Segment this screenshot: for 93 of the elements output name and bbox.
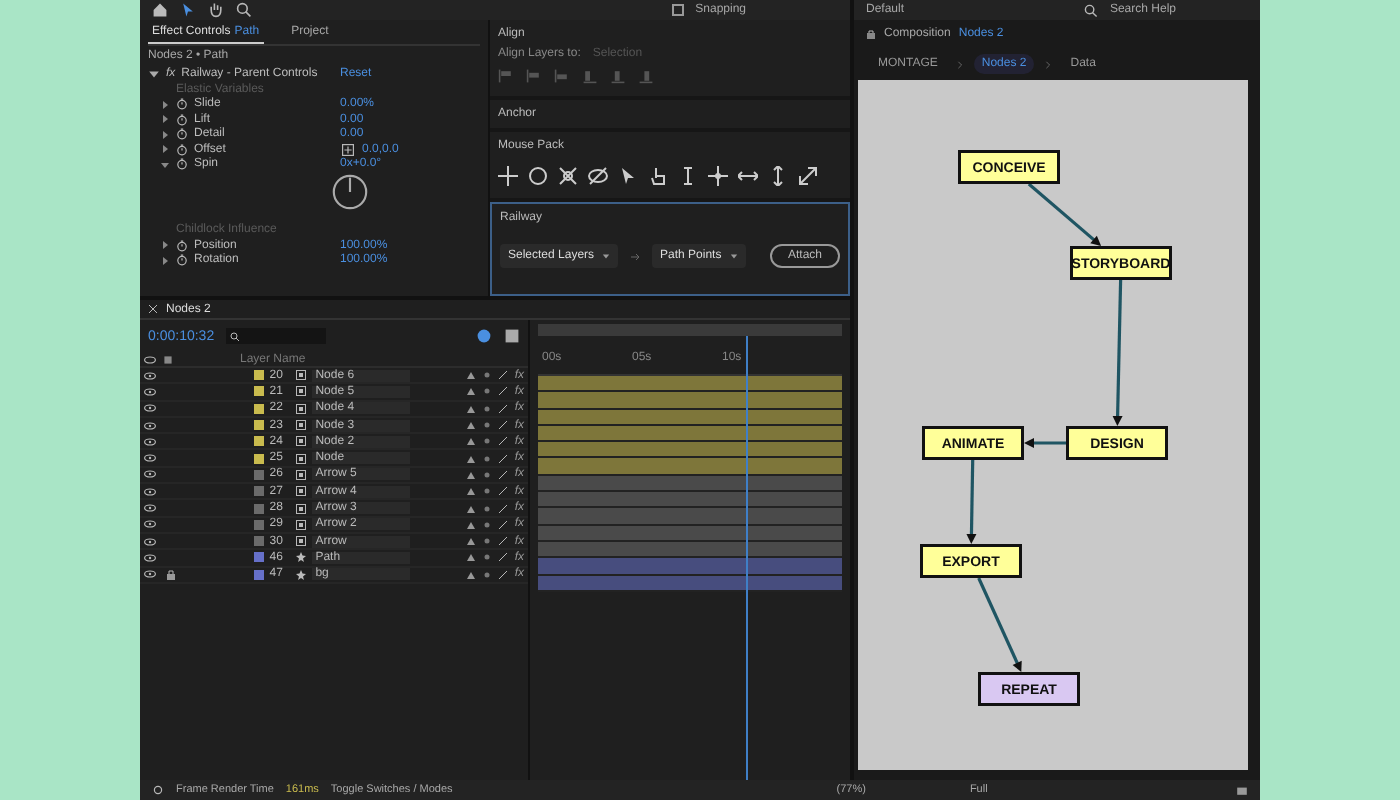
eye-icon[interactable] [144, 568, 156, 581]
composition-icon [295, 370, 306, 381]
horizontal-arrows-icon[interactable] [738, 166, 758, 186]
hidden-eye-icon[interactable] [588, 166, 608, 186]
star-icon [295, 552, 306, 563]
diagonal-arrows-icon[interactable] [798, 166, 818, 186]
composition-icon [295, 453, 306, 464]
hand-icon[interactable] [208, 2, 224, 18]
label-swatch[interactable] [253, 420, 264, 431]
label-swatch[interactable] [253, 403, 264, 414]
twirl-icon[interactable] [160, 159, 170, 170]
layer-bar[interactable] [538, 458, 842, 476]
twirl-icon[interactable] [160, 144, 170, 155]
vertical-arrows-icon[interactable] [768, 166, 788, 186]
composition-icon [295, 486, 306, 497]
eye-icon[interactable] [144, 419, 156, 432]
eye-icon[interactable] [144, 502, 156, 515]
eye-icon[interactable] [144, 535, 156, 548]
circle-icon[interactable] [528, 166, 548, 186]
label-swatch[interactable] [253, 469, 264, 480]
caret-icon [729, 252, 738, 260]
eye-icon[interactable] [144, 435, 156, 448]
eye-icon[interactable] [144, 485, 156, 498]
composition-icon [295, 403, 306, 414]
search-field[interactable] [226, 328, 327, 344]
twirl-icon[interactable] [148, 67, 160, 80]
twirl-icon[interactable] [160, 114, 170, 125]
layer-bar[interactable] [538, 376, 842, 393]
stopwatch-icon[interactable] [176, 158, 188, 171]
label-swatch[interactable] [253, 453, 264, 464]
search-icon[interactable] [236, 2, 252, 18]
arrow-icon [630, 251, 641, 261]
search-icon [230, 331, 241, 341]
label-swatch[interactable] [253, 536, 264, 547]
stopwatch-icon[interactable] [176, 113, 188, 126]
eye-icon[interactable] [144, 468, 156, 481]
camera-icon[interactable] [1236, 784, 1248, 796]
text-cursor-icon[interactable] [678, 166, 698, 186]
composition-icon [295, 519, 306, 530]
label-swatch[interactable] [253, 519, 264, 530]
chevron-icon [1044, 59, 1053, 69]
search-icon [1083, 3, 1098, 17]
stopwatch-icon[interactable] [176, 254, 188, 267]
connector-arrow [1027, 182, 1102, 246]
connector-arrow [1024, 438, 1066, 448]
label-swatch[interactable] [253, 503, 264, 514]
star-icon [295, 569, 306, 580]
connector-arrow [977, 577, 1022, 672]
lock-icon[interactable] [866, 28, 876, 40]
composition-icon [295, 436, 306, 447]
close-icon[interactable] [148, 304, 158, 314]
label-swatch[interactable] [253, 436, 264, 447]
twirl-icon[interactable] [160, 99, 170, 110]
eye-icon[interactable] [144, 452, 156, 465]
hand-pointer-icon[interactable] [648, 166, 668, 186]
chevron-icon [955, 59, 964, 69]
checkbox[interactable] [671, 4, 684, 16]
label-swatch[interactable] [253, 569, 264, 580]
twirl-icon[interactable] [160, 255, 170, 266]
label-swatch[interactable] [253, 386, 264, 397]
eye-icon[interactable] [144, 369, 156, 382]
connector-arrow [966, 459, 977, 544]
plus-icon[interactable] [498, 166, 518, 186]
label-swatch[interactable] [253, 552, 264, 563]
composition-icon [295, 469, 306, 480]
twirl-icon[interactable] [160, 129, 170, 140]
layer-bar[interactable] [538, 392, 842, 410]
eye-icon[interactable] [144, 385, 156, 398]
stopwatch-icon[interactable] [176, 239, 188, 252]
settings-icon[interactable] [152, 784, 164, 796]
composition-icon [295, 386, 306, 397]
eye-icon[interactable] [144, 402, 156, 415]
lock-icon[interactable] [166, 569, 177, 580]
composition-icon [295, 503, 306, 514]
stopwatch-icon[interactable] [176, 143, 188, 156]
label-swatch[interactable] [253, 370, 264, 381]
crosshair-icon[interactable] [340, 143, 356, 156]
move-icon[interactable] [708, 166, 728, 186]
composition-icon [295, 420, 306, 431]
stopwatch-icon[interactable] [176, 128, 188, 141]
layer-bar[interactable] [538, 442, 842, 459]
pointer-icon[interactable] [618, 166, 638, 186]
eye-icon[interactable] [144, 551, 156, 564]
angle-dial[interactable] [332, 174, 368, 210]
eye-icon [144, 353, 156, 365]
twirl-icon[interactable] [160, 240, 170, 251]
stopwatch-icon[interactable] [176, 98, 188, 111]
cross-icon[interactable] [558, 166, 578, 186]
eye-icon[interactable] [144, 518, 156, 531]
composition-icon [295, 536, 306, 547]
caret-icon [602, 252, 611, 260]
label-swatch[interactable] [253, 486, 264, 497]
pointer-icon[interactable] [180, 2, 196, 18]
